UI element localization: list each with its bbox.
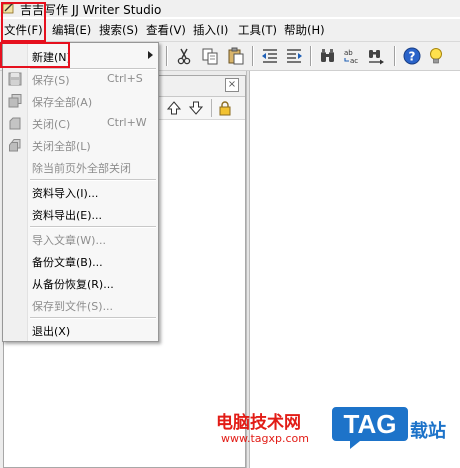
menu-item-close-others[interactable]: 除当前页外全部关闭	[3, 156, 158, 178]
toolbar-separator	[166, 46, 168, 66]
tip-icon[interactable]	[426, 46, 446, 66]
svg-text:ab: ab	[344, 49, 353, 57]
lock-icon[interactable]	[217, 100, 233, 116]
menu-item-backup-article[interactable]: 备份文章(B)...	[3, 250, 158, 272]
menu-search[interactable]: 搜索(S)	[99, 22, 138, 38]
save-all-icon	[8, 94, 22, 108]
menu-item-save[interactable]: 保存(S) Ctrl+S	[3, 68, 158, 90]
menu-item-import-data[interactable]: 资料导入(I)...	[3, 181, 158, 203]
menu-item-label: 备份文章(B)...	[32, 256, 103, 269]
menu-item-save-to-file[interactable]: 保存到文件(S)...	[3, 294, 158, 316]
paste-icon[interactable]	[226, 46, 246, 66]
svg-text:ac: ac	[350, 57, 358, 65]
replace-icon[interactable]: ab ac	[342, 46, 362, 66]
menu-item-close-all[interactable]: 关闭全部(L)	[3, 134, 158, 156]
menu-view[interactable]: 查看(V)	[146, 22, 186, 38]
menu-item-label: 关闭(C)	[32, 118, 71, 131]
menu-item-label: 保存到文件(S)...	[32, 300, 114, 313]
menu-item-label: 退出(X)	[32, 325, 71, 338]
menu-bar: 文件(F) 编辑(E) 搜索(S) 查看(V) 插入(I) 工具(T) 帮助(H…	[0, 19, 460, 42]
toolbar-separator	[394, 46, 396, 66]
menu-item-label: 从备份恢复(R)...	[32, 278, 114, 291]
svg-text:?: ?	[409, 50, 416, 64]
menu-item-exit[interactable]: 退出(X)	[3, 319, 158, 341]
watermark-site-name: 电脑技术网	[216, 413, 301, 433]
menu-item-label: 资料导出(E)...	[32, 209, 103, 222]
menu-tools[interactable]: 工具(T)	[238, 22, 277, 38]
move-down-icon[interactable]	[188, 100, 204, 116]
menu-insert[interactable]: 插入(I)	[193, 22, 228, 38]
menu-item-import-article[interactable]: 导入文章(W)...	[3, 228, 158, 250]
menu-item-save-all[interactable]: 保存全部(A)	[3, 90, 158, 112]
toolbar-separator	[310, 46, 312, 66]
cut-icon[interactable]	[174, 46, 194, 66]
find-icon[interactable]	[318, 46, 338, 66]
highlight-box-file-menu	[1, 2, 46, 42]
title-bar: 吉吉写作 JJ Writer Studio	[0, 0, 460, 17]
watermark-url: www.tagxp.com	[221, 432, 309, 445]
menu-item-label: 关闭全部(L)	[32, 140, 91, 153]
help-icon[interactable]: ?	[402, 46, 422, 66]
watermark-logo-text: TAG	[343, 409, 397, 439]
menu-edit[interactable]: 编辑(E)	[52, 22, 91, 38]
move-up-icon[interactable]	[166, 100, 182, 116]
file-dropdown-menu: 新建(N) 保存(S) Ctrl+S 保存全部(A) 关闭(C) Ctrl+W …	[2, 42, 159, 342]
highlight-box-new-item	[0, 42, 70, 68]
decrease-indent-icon[interactable]	[260, 46, 280, 66]
menu-item-label: 资料导入(I)...	[32, 187, 99, 200]
menu-item-label: 保存全部(A)	[32, 96, 93, 109]
find-next-icon[interactable]	[366, 46, 386, 66]
menu-item-label: 除当前页外全部关闭	[32, 162, 131, 175]
menu-help[interactable]: 帮助(H)	[284, 22, 325, 38]
close-doc-icon	[9, 117, 21, 130]
close-all-icon	[9, 139, 21, 152]
save-icon	[8, 72, 22, 86]
copy-icon[interactable]	[200, 46, 220, 66]
toolbar-separator	[252, 46, 254, 66]
menu-item-shortcut: Ctrl+S	[107, 72, 143, 85]
menu-item-export-data[interactable]: 资料导出(E)...	[3, 203, 158, 225]
menu-item-label: 保存(S)	[32, 74, 70, 87]
nav-separator	[211, 99, 212, 117]
menu-item-close[interactable]: 关闭(C) Ctrl+W	[3, 112, 158, 134]
menu-item-shortcut: Ctrl+W	[107, 116, 147, 129]
increase-indent-icon[interactable]	[284, 46, 304, 66]
menu-item-label: 导入文章(W)...	[32, 234, 106, 247]
watermark-side-text: 载站	[410, 421, 446, 442]
watermark-logo: TAG	[330, 403, 410, 451]
menu-item-restore-backup[interactable]: 从备份恢复(R)...	[3, 272, 158, 294]
panel-close-icon[interactable]: ×	[225, 78, 239, 92]
submenu-arrow-icon	[148, 51, 153, 59]
